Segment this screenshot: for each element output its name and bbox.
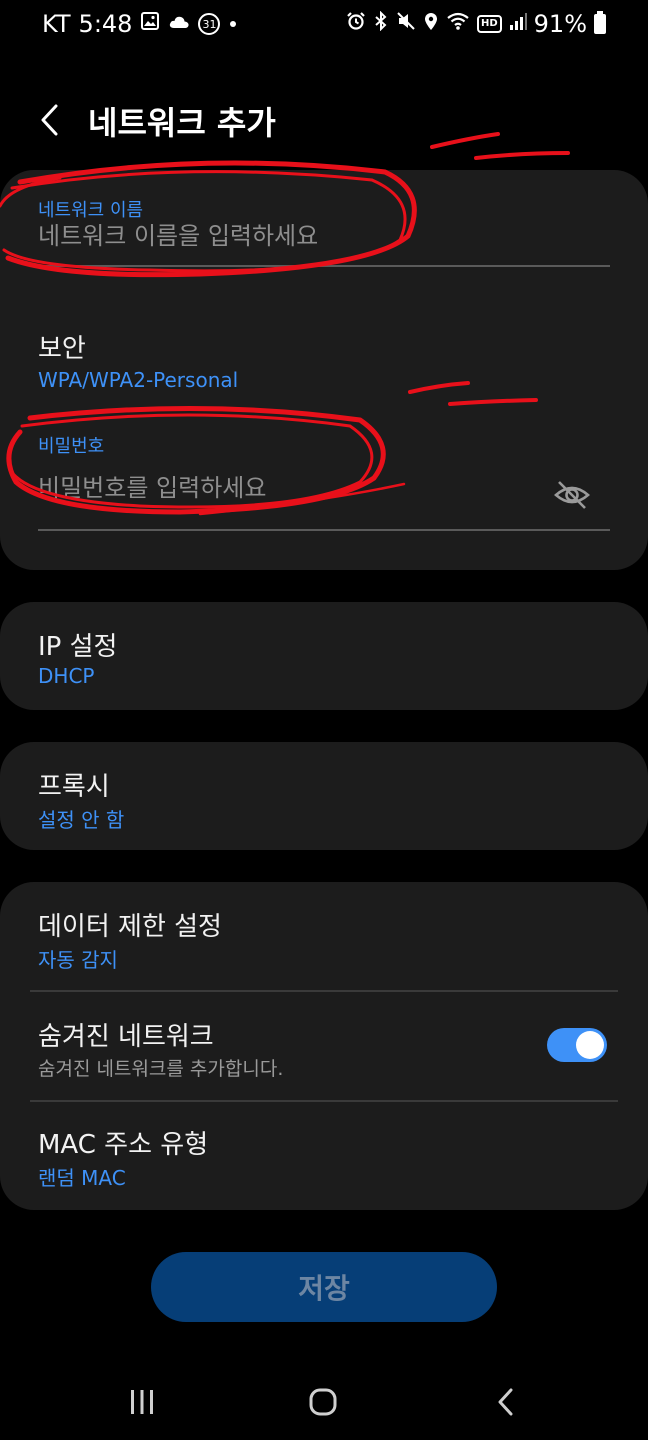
password-input[interactable] [38,474,538,502]
mute-icon [396,11,416,38]
clock: 5:48 [78,10,133,38]
mac-address-row[interactable]: MAC 주소 유형 랜덤 MAC [0,1102,648,1210]
toggle-knob [576,1031,604,1059]
recents-icon [131,1390,153,1414]
advanced-settings-card: 데이터 제한 설정 자동 감지 숨겨진 네트워크 숨겨진 네트워크를 추가합니다… [0,882,648,1210]
nav-back-button[interactable] [476,1380,536,1424]
ip-settings-title: IP 설정 [38,632,118,662]
security-title: 보안 [38,334,86,364]
eye-off-icon[interactable] [552,475,592,515]
bluetooth-icon [373,10,389,38]
alarm-icon [346,11,366,38]
network-name-underline [38,265,610,267]
network-settings-card: 네트워크 이름 보안 WPA/WPA2-Personal 비밀번호 [0,170,648,570]
metered-row[interactable]: 데이터 제한 설정 자동 감지 [0,882,648,990]
recents-button[interactable] [112,1380,172,1424]
dot-icon [228,12,238,36]
save-button[interactable]: 저장 [151,1252,497,1322]
hd-voice-icon: HD [476,15,502,33]
home-icon [309,1388,337,1416]
metered-value: 자동 감지 [38,948,118,972]
network-name-label: 네트워크 이름 [38,200,144,221]
password-underline [38,529,610,531]
proxy-title: 프록시 [38,772,110,802]
cloud-icon [168,12,190,37]
mac-address-title: MAC 주소 유형 [38,1130,209,1160]
chevron-left-icon [41,104,58,136]
status-bar-left: KT 5:48 31 [42,10,238,38]
network-name-input[interactable] [38,222,538,250]
calendar-icon: 31 [198,13,221,35]
proxy-row[interactable]: 프록시 설정 안 함 [0,742,648,850]
hidden-network-title: 숨겨진 네트워크 [38,1022,214,1052]
location-icon [423,11,439,38]
status-bar: KT 5:48 31 HD 91% [0,0,648,56]
password-label: 비밀번호 [38,436,105,457]
signal-icon [509,11,527,38]
ip-settings-value: DHCP [38,664,95,688]
navigation-bar [0,1360,648,1440]
proxy-value: 설정 안 함 [38,808,125,832]
metered-title: 데이터 제한 설정 [38,912,222,942]
app-header: 네트워크 추가 [0,90,648,154]
back-icon [498,1388,513,1416]
security-row[interactable]: 보안 WPA/WPA2-Personal [0,310,648,400]
carrier-label: KT [42,10,71,38]
mac-address-value: 랜덤 MAC [38,1166,126,1190]
battery-percent: 91% [533,10,587,38]
hidden-network-desc: 숨겨진 네트워크를 추가합니다. [38,1058,284,1080]
hidden-network-toggle[interactable] [547,1028,607,1062]
gallery-icon [140,11,160,38]
battery-icon [594,11,606,34]
home-button[interactable] [293,1380,353,1424]
ip-settings-row[interactable]: IP 설정 DHCP [0,602,648,710]
wifi-icon [446,11,470,38]
security-value: WPA/WPA2-Personal [38,368,239,392]
back-button[interactable] [26,96,74,144]
page-title: 네트워크 추가 [88,104,276,142]
status-bar-right: HD 91% [346,10,606,38]
